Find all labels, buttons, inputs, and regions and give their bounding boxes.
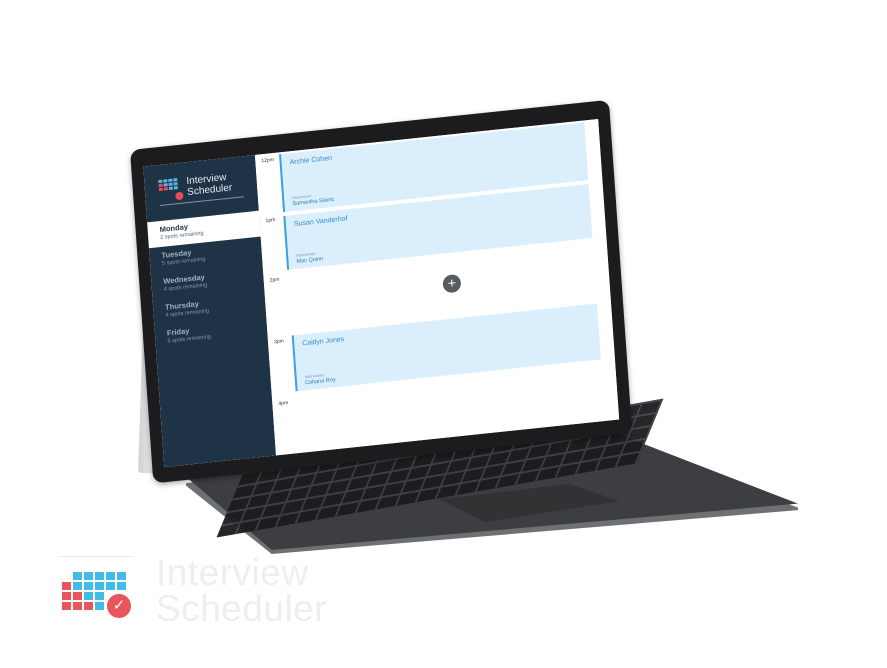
- check-icon: [175, 191, 184, 201]
- calendar-logo-icon: ✓: [58, 556, 134, 626]
- interviewer-name: Mac Quinn: [296, 256, 324, 265]
- tablet-screen: Interview Scheduler Monday 2 spots remai…: [143, 118, 620, 468]
- candidate-name: Archie Cohen: [289, 154, 333, 167]
- appointment-slot[interactable]: Caitlyn Jones Interviewer Cohana Roy: [291, 303, 601, 392]
- add-appointment-button[interactable]: +: [442, 273, 462, 294]
- time-label: 1pm: [265, 216, 276, 224]
- sidebar: Interview Scheduler Monday 2 spots remai…: [143, 154, 277, 468]
- time-label: 4pm: [278, 400, 289, 408]
- candidate-name: Susan Vanderhof: [293, 215, 348, 229]
- plus-icon: +: [447, 274, 457, 292]
- time-label: 12pm: [261, 156, 275, 165]
- schedule-panel: 12pm Archie Cohen Interviewer Samantha S…: [254, 118, 620, 456]
- watermark-title: Interview Scheduler: [156, 552, 328, 629]
- calendar-logo-icon: [158, 178, 184, 201]
- watermark-title-line2: Scheduler: [156, 588, 328, 629]
- app-logo: Interview Scheduler: [158, 171, 233, 201]
- watermark-logo: ✓ Interview Scheduler: [58, 552, 328, 629]
- app-title: Interview Scheduler: [186, 171, 232, 198]
- tablet-device: Interview Scheduler Monday 2 spots remai…: [130, 99, 633, 484]
- check-icon: ✓: [107, 594, 131, 618]
- candidate-name: Caitlyn Jones: [302, 336, 345, 348]
- watermark-title-line1: Interview: [156, 552, 309, 593]
- time-label: 3pm: [273, 338, 285, 346]
- time-label: 2pm: [269, 276, 280, 284]
